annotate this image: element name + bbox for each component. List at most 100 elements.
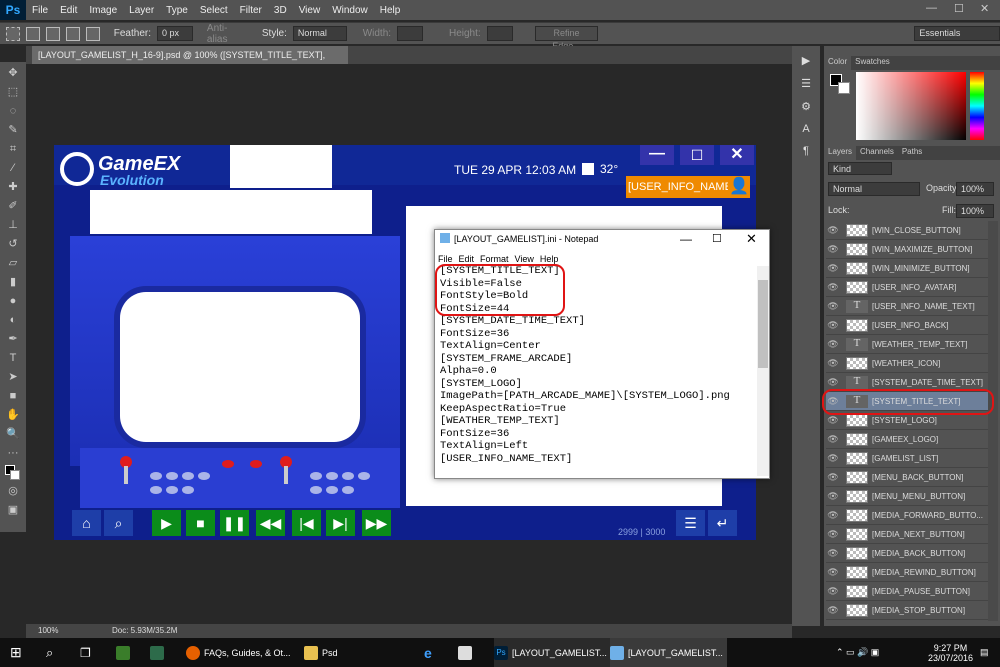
visibility-eye-icon[interactable]: 👁 [826,244,840,255]
layer-row[interactable]: 👁 [WIN_MAXIMIZE_BUTTON] [826,240,988,259]
path-select-tool-icon[interactable]: ➤ [5,370,21,385]
visibility-eye-icon[interactable]: 👁 [826,586,840,597]
notepad-menu-edit[interactable]: Edit [459,254,475,264]
zoom-tool-icon[interactable]: 🔍 [5,427,21,442]
blur-tool-icon[interactable]: ● [5,294,21,309]
eyedropper-tool-icon[interactable]: ⁄ [5,161,21,176]
notepad-menu-format[interactable]: Format [480,254,509,264]
quick-select-tool-icon[interactable]: ✎ [5,123,21,138]
history-brush-icon[interactable]: ↺ [5,237,21,252]
layer-row[interactable]: 👁 [MEDIA_FORWARD_BUTTO... [826,506,988,525]
blend-mode-select[interactable]: Normal [828,182,920,196]
clock[interactable]: 9:27 PM 23/07/2016 [928,638,973,667]
layer-row[interactable]: 👁 [WIN_MINIMIZE_BUTTON] [826,259,988,278]
layer-row[interactable]: 👁 [MENU_BACK_BUTTON] [826,468,988,487]
notepad-menu-help[interactable]: Help [540,254,559,264]
notepad-minimize-button[interactable]: — [680,232,692,246]
marquee-tool-icon[interactable] [6,26,20,41]
layer-row[interactable]: 👁 [WEATHER_ICON] [826,354,988,373]
visibility-eye-icon[interactable]: 👁 [826,377,840,388]
adjustments-panel-icon[interactable]: ⚙ [801,100,811,113]
move-tool-icon[interactable]: ✥ [5,66,21,81]
healing-tool-icon[interactable]: ✚ [5,180,21,195]
hue-slider[interactable] [970,72,984,140]
subtract-selection-icon[interactable] [65,26,80,41]
fill-input[interactable]: 100% [956,204,994,218]
visibility-eye-icon[interactable]: 👁 [826,225,840,236]
color-swatches-icon[interactable] [5,465,21,480]
add-selection-icon[interactable] [45,26,60,41]
opacity-input[interactable]: 100% [956,182,994,196]
app-icon-terminal[interactable] [150,638,164,667]
visibility-eye-icon[interactable]: 👁 [826,529,840,540]
menu-window[interactable]: Window [326,5,374,16]
start-button-icon[interactable]: ⊞ [10,638,22,667]
menu-type[interactable]: Type [160,5,194,16]
visibility-eye-icon[interactable]: 👁 [826,339,840,350]
visibility-eye-icon[interactable]: 👁 [826,605,840,616]
layer-row[interactable]: 👁 T [WEATHER_TEMP_TEXT] [826,335,988,354]
style-select[interactable]: Normal [292,26,347,41]
feather-input[interactable]: 0 px [157,26,193,41]
width-input[interactable] [397,26,423,41]
menu-layer[interactable]: Layer [123,5,160,16]
menu-3d[interactable]: 3D [268,5,293,16]
refine-edge-button[interactable]: Refine Edge... [534,26,599,51]
layer-row[interactable]: 👁 [MEDIA_PAUSE_BUTTON] [826,582,988,601]
taskbar-photoshop[interactable]: Ps [LAYOUT_GAMELIST... [494,638,611,667]
menu-help[interactable]: Help [374,5,407,16]
layer-row[interactable]: 👁 [MEDIA_BACK_BUTTON] [826,544,988,563]
taskbar-psd-folder[interactable]: Psd [304,638,338,667]
notepad-menu-file[interactable]: File [438,254,453,264]
layer-row[interactable]: 👁 [GAMELIST_LIST] [826,449,988,468]
screen-mode-icon[interactable]: ▣ [5,503,21,518]
notepad-scroll-thumb[interactable] [758,280,768,368]
tab-paths[interactable]: Paths [898,146,926,160]
zoom-level[interactable]: 100% [38,626,58,635]
menu-image[interactable]: Image [83,5,123,16]
type-tool-icon[interactable]: T [5,351,21,366]
visibility-eye-icon[interactable]: 👁 [826,453,840,464]
quick-mask-icon[interactable]: ◎ [5,484,21,499]
height-input[interactable] [486,26,513,41]
layer-row[interactable]: 👁 [GAMEEX_LOGO] [826,430,988,449]
taskbar-notepad[interactable]: [LAYOUT_GAMELIST... [610,638,727,667]
task-view-icon[interactable]: ❐ [80,638,91,667]
shape-tool-icon[interactable]: ■ [5,389,21,404]
layer-row[interactable]: 👁 [MEDIA_NEXT_BUTTON] [826,525,988,544]
tab-swatches[interactable]: Swatches [851,56,894,70]
minimize-window-button[interactable]: — [926,2,937,14]
visibility-eye-icon[interactable]: 👁 [826,320,840,331]
visibility-eye-icon[interactable]: 👁 [826,415,840,426]
layer-row[interactable]: 👁 [WIN_CLOSE_BUTTON] [826,221,988,240]
stamp-tool-icon[interactable]: ⊥ [5,218,21,233]
taskbar-firefox[interactable]: FAQs, Guides, & Ot... [186,638,291,667]
eraser-tool-icon[interactable]: ▱ [5,256,21,271]
visibility-eye-icon[interactable]: 👁 [826,472,840,483]
system-tray[interactable]: ⌃ ▭ 🔊 ▣ [836,638,879,667]
close-window-button[interactable]: ✕ [980,2,989,15]
background-color-swatch[interactable] [838,82,850,94]
visibility-eye-icon[interactable]: 👁 [826,301,840,312]
visibility-eye-icon[interactable]: 👁 [826,358,840,369]
layer-filter-kind[interactable]: Kind [828,162,892,175]
layers-scrollbar[interactable] [988,221,998,621]
antialias-checkbox[interactable]: Anti-alias [207,23,248,45]
notepad-menu-view[interactable]: View [515,254,534,264]
layer-row[interactable]: 👁 [USER_INFO_AVATAR] [826,278,988,297]
notepad-close-button[interactable]: ✕ [746,231,757,247]
visibility-eye-icon[interactable]: 👁 [826,548,840,559]
layer-row[interactable]: 👁 T [USER_INFO_NAME_TEXT] [826,297,988,316]
visibility-eye-icon[interactable]: 👁 [826,491,840,502]
color-picker-field[interactable] [856,72,966,140]
properties-panel-icon[interactable]: ☰ [801,77,811,90]
notepad-maximize-button[interactable]: ☐ [712,232,722,245]
app-icon-green[interactable] [116,638,130,667]
search-icon[interactable]: ⌕ [46,638,53,667]
crop-tool-icon[interactable]: ⌗ [5,142,21,157]
lasso-tool-icon[interactable]: ◌ [5,104,21,119]
menu-filter[interactable]: Filter [234,5,268,16]
new-selection-icon[interactable] [25,26,40,41]
layer-row[interactable]: 👁 [USER_INFO_BACK] [826,316,988,335]
visibility-eye-icon[interactable]: 👁 [826,282,840,293]
